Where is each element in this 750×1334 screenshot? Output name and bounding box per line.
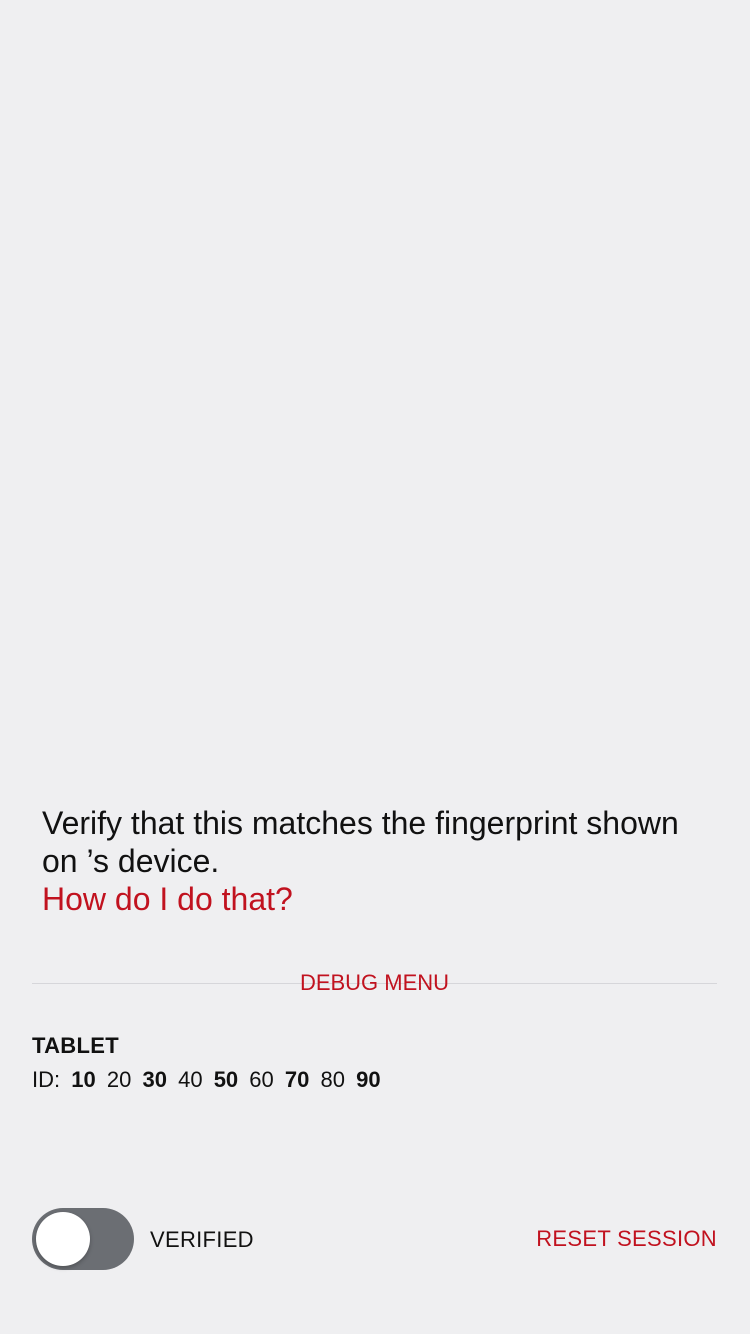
instructions-line-2: on ’s device. — [42, 843, 220, 879]
verified-toggle[interactable] — [32, 1208, 134, 1270]
debug-divider: DEBUG MENU — [32, 966, 717, 1000]
fingerprint-group: 50 — [213, 1067, 239, 1092]
fingerprint-group: 30 — [142, 1067, 167, 1092]
verification-instructions: Verify that this matches the fingerprint… — [42, 804, 712, 918]
content-area — [0, 0, 750, 790]
fingerprint-id-prefix: ID: — [32, 1067, 61, 1092]
verification-screen: Verify that this matches the fingerprint… — [0, 0, 750, 1334]
fingerprint-group: 20 — [106, 1067, 132, 1092]
fingerprint-group: 10 — [71, 1067, 96, 1092]
fingerprint-group: 90 — [356, 1067, 381, 1092]
device-fingerprint: ID: 10 20 30 40 50 60 70 80 90 — [32, 1066, 712, 1094]
fingerprint-group: 40 — [178, 1067, 203, 1092]
toggle-knob — [36, 1212, 90, 1266]
how-do-i-do-that-link[interactable]: How do I do that? — [42, 880, 293, 918]
fingerprint-group: 80 — [320, 1067, 345, 1092]
fingerprint-group: 60 — [249, 1067, 274, 1092]
device-name: TABLET — [32, 1033, 119, 1058]
instructions-line-1: Verify that this matches the fingerprint… — [42, 805, 679, 841]
debug-menu-button[interactable]: DEBUG MENU — [298, 968, 451, 998]
fingerprint-group: 70 — [284, 1067, 310, 1092]
reset-session-button[interactable]: RESET SESSION — [536, 1225, 717, 1253]
bottom-bar: VERIFIED RESET SESSION — [32, 1208, 717, 1270]
device-info: TABLET ID: 10 20 30 40 50 60 70 80 90 — [32, 1032, 712, 1094]
verified-label: VERIFIED — [150, 1227, 254, 1252]
